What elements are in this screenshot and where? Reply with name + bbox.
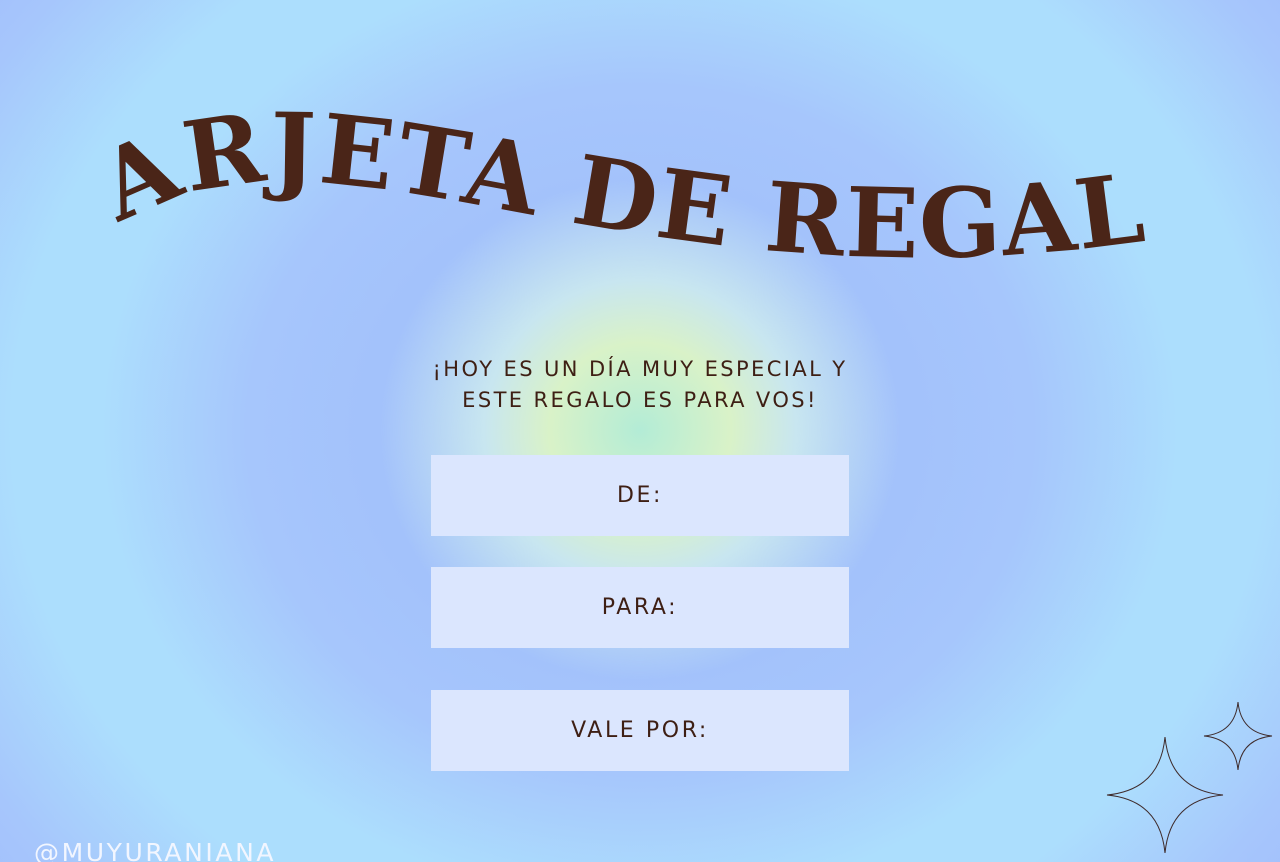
- card-message-line-1: ¡HOY ES UN DÍA MUY ESPECIAL Y: [432, 357, 848, 381]
- from-label: DE:: [616, 483, 664, 508]
- card-title-arc: TARJETA DE REGALO: [0, 0, 1152, 281]
- author-handle: @MUYURANIANA: [34, 838, 277, 862]
- card-message-line-2: ESTE REGALO ES PARA VOS!: [462, 388, 818, 412]
- from-field[interactable]: DE:: [431, 455, 849, 536]
- sparkle-icon: [1106, 736, 1224, 854]
- to-field[interactable]: PARA:: [431, 567, 849, 648]
- card-title: TARJETA DE REGALO: [0, 0, 1152, 281]
- to-label: PARA:: [601, 595, 679, 620]
- card-message: ¡HOY ES UN DÍA MUY ESPECIAL Y ESTE REGAL…: [340, 354, 940, 416]
- gift-card: TARJETA DE REGALO ¡HOY ES UN DÍA MUY ESP…: [0, 0, 1280, 862]
- value-label: VALE POR:: [571, 718, 709, 743]
- value-field[interactable]: VALE POR:: [431, 690, 849, 771]
